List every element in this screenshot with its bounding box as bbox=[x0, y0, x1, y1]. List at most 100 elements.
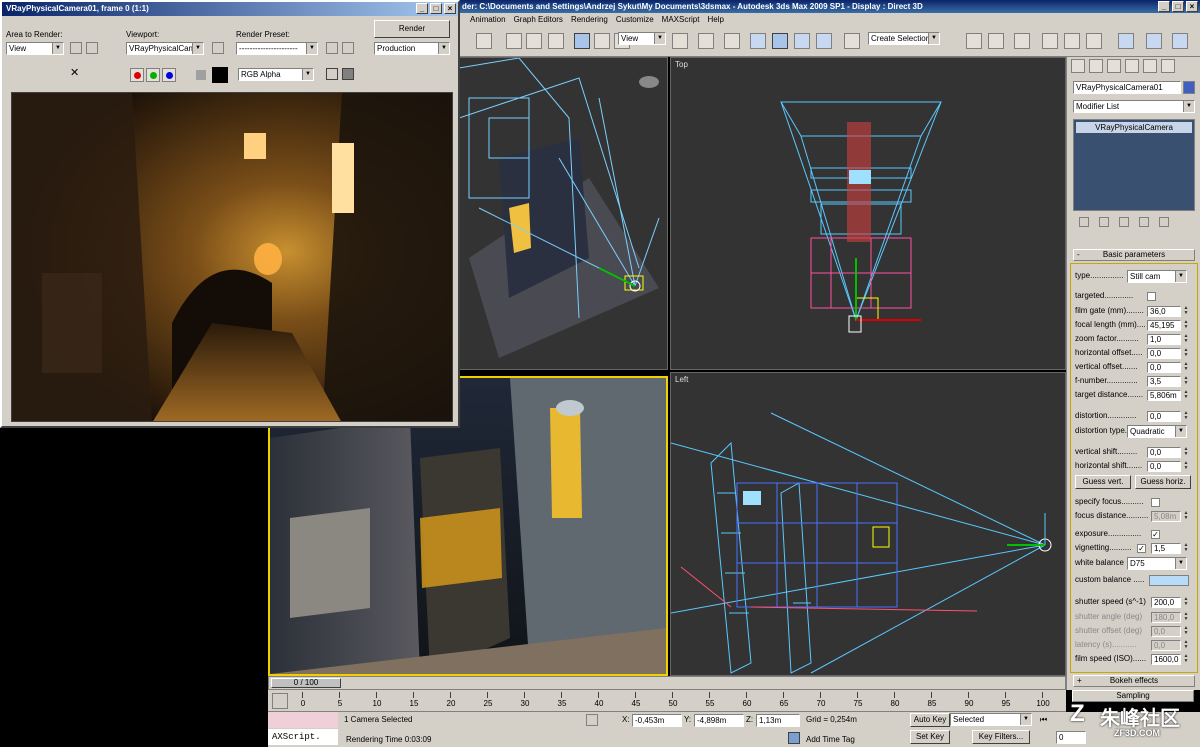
render-window-close[interactable]: × bbox=[444, 3, 456, 14]
z-coordinate-field[interactable]: 1,13m bbox=[756, 714, 800, 727]
viewport-combo[interactable]: VRayPhysicalCam ▼ bbox=[126, 42, 204, 55]
close-button[interactable]: × bbox=[1186, 1, 1198, 12]
guess-horiz-button[interactable]: Guess horiz. bbox=[1135, 475, 1191, 489]
select-manipulate-icon[interactable] bbox=[698, 33, 714, 49]
vertical-shift-spinner[interactable]: ▲ ▼ bbox=[1183, 447, 1189, 458]
display-channel-combo[interactable]: RGB Alpha ▼ bbox=[238, 68, 314, 81]
y-coordinate-field[interactable]: -4,898m bbox=[694, 714, 744, 727]
lock-selection-icon[interactable] bbox=[586, 714, 598, 726]
film-speed-spinner[interactable]: ▲ ▼ bbox=[1183, 654, 1189, 665]
modify-tab-icon[interactable] bbox=[1089, 59, 1103, 73]
bokeh-effects-rollout[interactable]: + Bokeh effects bbox=[1073, 675, 1195, 687]
edit-named-selection-icon[interactable] bbox=[844, 33, 860, 49]
named-selection-combo[interactable]: Create Selection Se ▼ bbox=[868, 32, 940, 45]
vignetting-spinner[interactable]: ▲ ▼ bbox=[1183, 543, 1189, 554]
f-number-field[interactable]: 3,5 bbox=[1147, 376, 1181, 387]
edit-region-icon[interactable] bbox=[70, 42, 82, 54]
configure-sets-icon[interactable] bbox=[1159, 217, 1169, 227]
align-icon[interactable] bbox=[988, 33, 1004, 49]
film-speed-field[interactable]: 1600,0 bbox=[1151, 654, 1181, 665]
select-by-name-icon[interactable] bbox=[526, 33, 542, 49]
latency-spinner[interactable]: ▲ ▼ bbox=[1183, 640, 1189, 651]
auto-region-icon[interactable] bbox=[86, 42, 98, 54]
vignetting-field[interactable]: 1,5 bbox=[1151, 543, 1181, 554]
custom-balance-swatch[interactable] bbox=[1149, 575, 1189, 586]
save-image-icon[interactable] bbox=[6, 68, 18, 80]
render-production-icon[interactable] bbox=[1172, 33, 1188, 49]
render-mode-combo[interactable]: Production ▼ bbox=[374, 42, 450, 55]
environment-icon[interactable] bbox=[342, 42, 354, 54]
shutter-offset-spinner[interactable]: ▲ ▼ bbox=[1183, 626, 1189, 637]
distortion-type-combo[interactable]: Quadratic ▼ bbox=[1127, 425, 1187, 438]
absolute-mode-icon[interactable] bbox=[606, 714, 618, 726]
key-tangent-icon[interactable] bbox=[952, 731, 964, 743]
zoom-factor-field[interactable]: 1,0 bbox=[1147, 334, 1181, 345]
x-coordinate-field[interactable]: -0,453m bbox=[632, 714, 682, 727]
exposure-checkbox[interactable]: ✓ bbox=[1151, 530, 1160, 539]
horizontal-shift-spinner[interactable]: ▲ ▼ bbox=[1183, 461, 1189, 472]
modifier-stack[interactable]: VRayPhysicalCamera bbox=[1073, 119, 1195, 211]
auto-key-button[interactable]: Auto Key bbox=[910, 713, 950, 727]
material-editor-icon[interactable] bbox=[1086, 33, 1102, 49]
toggle-ui-icon[interactable] bbox=[342, 68, 354, 80]
rendered-frame-window-icon[interactable] bbox=[1146, 33, 1162, 49]
target-distance-field[interactable]: 5,806m bbox=[1147, 390, 1181, 401]
maxscript-listener[interactable]: AXScript. bbox=[268, 729, 338, 745]
target-distance-spinner[interactable]: ▲ ▼ bbox=[1183, 390, 1189, 401]
latency-field[interactable]: 0,0 bbox=[1151, 640, 1181, 651]
time-slider-thumb[interactable]: 0 / 100 bbox=[271, 678, 341, 688]
select-object-icon[interactable] bbox=[506, 33, 522, 49]
motion-tab-icon[interactable] bbox=[1125, 59, 1139, 73]
maximize-button[interactable]: □ bbox=[1172, 1, 1184, 12]
zoom-factor-spinner[interactable]: ▲ ▼ bbox=[1183, 334, 1189, 345]
white-balance-combo[interactable]: D75 ▼ bbox=[1127, 557, 1187, 570]
menu-rendering[interactable]: Rendering bbox=[571, 13, 608, 27]
toggle-ui-overlay-icon[interactable] bbox=[326, 68, 338, 80]
time-tag-icon[interactable] bbox=[788, 732, 800, 744]
render-button[interactable]: Render bbox=[374, 20, 450, 38]
render-preset-combo[interactable]: ---------------------- ▼ bbox=[236, 42, 318, 55]
menu-help[interactable]: Help bbox=[707, 13, 723, 27]
vertical-offset-field[interactable]: 0,0 bbox=[1147, 362, 1181, 373]
percent-snap-icon[interactable] bbox=[794, 33, 810, 49]
clear-icon[interactable]: ✕ bbox=[70, 66, 82, 80]
shutter-angle-spinner[interactable]: ▲ ▼ bbox=[1183, 612, 1189, 623]
green-channel-button[interactable] bbox=[146, 68, 160, 82]
schematic-view-icon[interactable] bbox=[1064, 33, 1080, 49]
shutter-offset-field[interactable]: 0,0 bbox=[1151, 626, 1181, 637]
monochrome-icon[interactable] bbox=[196, 70, 206, 80]
spinner-snap-icon[interactable] bbox=[816, 33, 832, 49]
focus-distance-field[interactable]: 5,08m bbox=[1151, 511, 1181, 522]
key-filters-button[interactable]: Key Filters... bbox=[972, 730, 1030, 744]
red-channel-button[interactable] bbox=[130, 68, 144, 82]
make-unique-icon[interactable] bbox=[1119, 217, 1129, 227]
select-region-icon[interactable] bbox=[476, 33, 492, 49]
set-key-button[interactable]: Set Key bbox=[910, 730, 950, 744]
render-window-maximize[interactable]: □ bbox=[430, 3, 442, 14]
shutter-speed-spinner[interactable]: ▲ ▼ bbox=[1183, 597, 1189, 608]
stack-item[interactable]: VRayPhysicalCamera bbox=[1076, 122, 1192, 133]
reference-coord-combo[interactable]: View ▼ bbox=[618, 32, 666, 45]
shutter-speed-field[interactable]: 200,0 bbox=[1151, 597, 1181, 608]
track-bar[interactable]: 0 5 10 15 20 25 30 35 40 45 50 55 60 65 70 75 80 85 90 95 10… bbox=[268, 690, 1066, 712]
area-to-render-combo[interactable]: View ▼ bbox=[6, 42, 64, 55]
pin-stack-icon[interactable] bbox=[1079, 217, 1089, 227]
distortion-field[interactable]: 0,0 bbox=[1147, 411, 1181, 422]
add-time-tag[interactable]: Add Time Tag bbox=[806, 735, 855, 744]
rotate-icon[interactable] bbox=[594, 33, 610, 49]
film-gate-spinner[interactable]: ▲ ▼ bbox=[1183, 306, 1189, 317]
specify-focus-checkbox[interactable] bbox=[1151, 498, 1160, 507]
layer-manager-icon[interactable] bbox=[1014, 33, 1030, 49]
alpha-channel-icon[interactable] bbox=[180, 70, 190, 80]
horizontal-offset-field[interactable]: 0,0 bbox=[1147, 348, 1181, 359]
copy-image-icon[interactable] bbox=[22, 68, 34, 80]
targeted-checkbox[interactable] bbox=[1147, 292, 1156, 301]
vignetting-checkbox[interactable]: ✓ bbox=[1137, 544, 1146, 553]
basic-parameters-rollout[interactable]: - Basic parameters bbox=[1073, 249, 1195, 261]
snap-toggle-icon[interactable] bbox=[750, 33, 766, 49]
film-gate-field[interactable]: 36,0 bbox=[1147, 306, 1181, 317]
maxscript-listener-top[interactable] bbox=[268, 712, 338, 728]
create-tab-icon[interactable] bbox=[1071, 59, 1085, 73]
clone-window-icon[interactable] bbox=[38, 68, 50, 80]
distortion-spinner[interactable]: ▲ ▼ bbox=[1183, 411, 1189, 422]
